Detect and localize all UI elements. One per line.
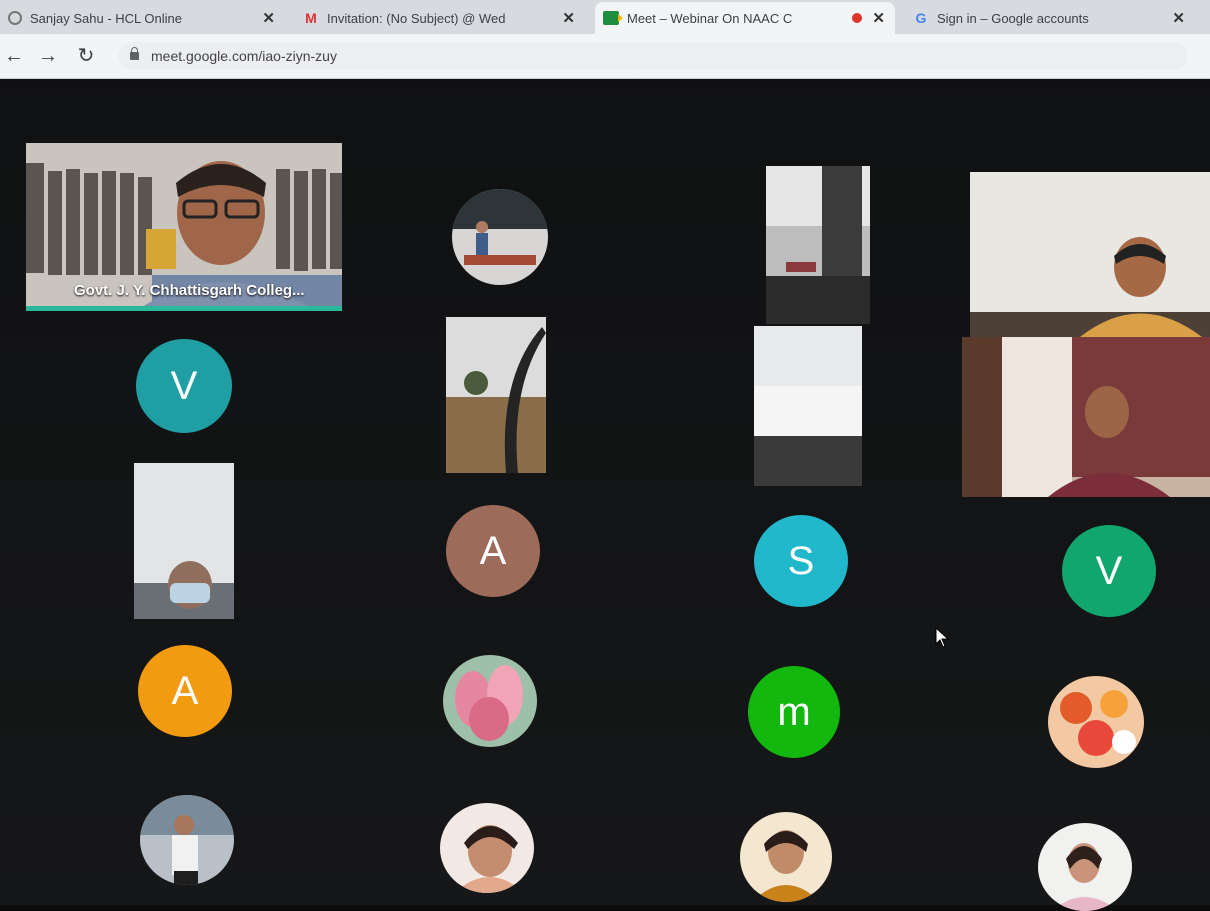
participant-photo: [740, 812, 832, 902]
participant-photo-tile[interactable]: [1048, 676, 1144, 768]
participant-video-tile[interactable]: [134, 463, 234, 619]
participant-avatar[interactable]: A: [138, 645, 232, 737]
participant-photo: [140, 795, 234, 885]
meet-icon: [603, 11, 623, 25]
participant-video: [134, 463, 234, 619]
participant-photo: [443, 655, 537, 747]
tab-label: Meet – Webinar On NAAC C: [627, 10, 793, 26]
participant-photo: [1048, 676, 1144, 768]
participant-avatar[interactable]: m: [748, 666, 840, 758]
participant-video: [970, 172, 1210, 337]
participant-avatar[interactable]: S: [754, 515, 848, 607]
address-bar: ← → ↻ meet.google.com/iao-ziyn-zuy: [0, 34, 1210, 79]
participant-video: [754, 326, 862, 486]
reload-icon[interactable]: ↻: [74, 44, 98, 68]
participant-photo-tile[interactable]: [443, 655, 537, 747]
tab-meet[interactable]: Meet – Webinar On NAAC C ✕: [595, 2, 895, 34]
participant-grid: Govt. J. Y. Chhattisgarh Colleg... V A S…: [0, 79, 1210, 911]
close-icon[interactable]: ✕: [262, 9, 275, 27]
tab-label: Sign in – Google accounts: [937, 10, 1089, 26]
participant-video-tile[interactable]: [970, 172, 1210, 337]
participant-avatar[interactable]: A: [446, 505, 540, 597]
close-icon[interactable]: ✕: [872, 9, 885, 27]
participant-photo-tile[interactable]: [140, 795, 234, 885]
presenter-video-tile[interactable]: Govt. J. Y. Chhattisgarh Colleg...: [26, 143, 342, 311]
mouse-cursor-icon: [935, 627, 950, 648]
participant-video-tile[interactable]: [446, 317, 546, 473]
recording-icon: [852, 13, 863, 23]
back-icon[interactable]: ←: [2, 44, 26, 68]
participant-photo-tile[interactable]: [452, 189, 548, 285]
participant-photo-tile[interactable]: [440, 803, 534, 893]
tab-google-signin[interactable]: G Sign in – Google accounts ✕: [905, 2, 1195, 34]
participant-video-tile[interactable]: [962, 337, 1210, 497]
tab-gmail[interactable]: M Invitation: (No Subject) @ Wed ✕: [295, 2, 585, 34]
participant-photo-tile[interactable]: [740, 812, 832, 902]
tab-label: Invitation: (No Subject) @ Wed: [327, 10, 506, 26]
participant-photo-tile[interactable]: [1038, 823, 1132, 911]
participant-photo: [452, 189, 548, 285]
tab-label: Sanjay Sahu - HCL Online: [30, 10, 182, 26]
participant-video-tile[interactable]: [754, 326, 862, 486]
lock-icon: [130, 47, 139, 60]
participant-avatar[interactable]: V: [1062, 525, 1156, 617]
close-icon[interactable]: ✕: [562, 9, 575, 27]
participant-video: [962, 337, 1210, 497]
forward-icon[interactable]: →: [36, 44, 60, 68]
participant-name-label: Govt. J. Y. Chhattisgarh Colleg...: [74, 282, 305, 299]
participant-avatar[interactable]: V: [136, 339, 232, 433]
participant-video: [766, 166, 870, 324]
participant-video: [446, 317, 546, 473]
participant-photo: [1038, 823, 1132, 911]
meet-screen: Sanjay Sahu - HCL Online ✕ M Invitation:…: [0, 0, 1210, 911]
browser-tab-bar: Sanjay Sahu - HCL Online ✕ M Invitation:…: [0, 0, 1210, 34]
tab-hcl[interactable]: Sanjay Sahu - HCL Online ✕: [0, 2, 285, 34]
active-speaker-indicator: [26, 306, 342, 311]
tab-page-icon: [8, 11, 22, 25]
url-text: meet.google.com/iao-ziyn-zuy: [151, 48, 337, 64]
google-icon: G: [915, 10, 927, 26]
url-bar[interactable]: meet.google.com/iao-ziyn-zuy: [118, 42, 1188, 70]
participant-video-tile[interactable]: [766, 166, 870, 324]
participant-photo: [440, 803, 534, 893]
gmail-icon: M: [305, 10, 317, 26]
close-icon[interactable]: ✕: [1172, 9, 1185, 27]
